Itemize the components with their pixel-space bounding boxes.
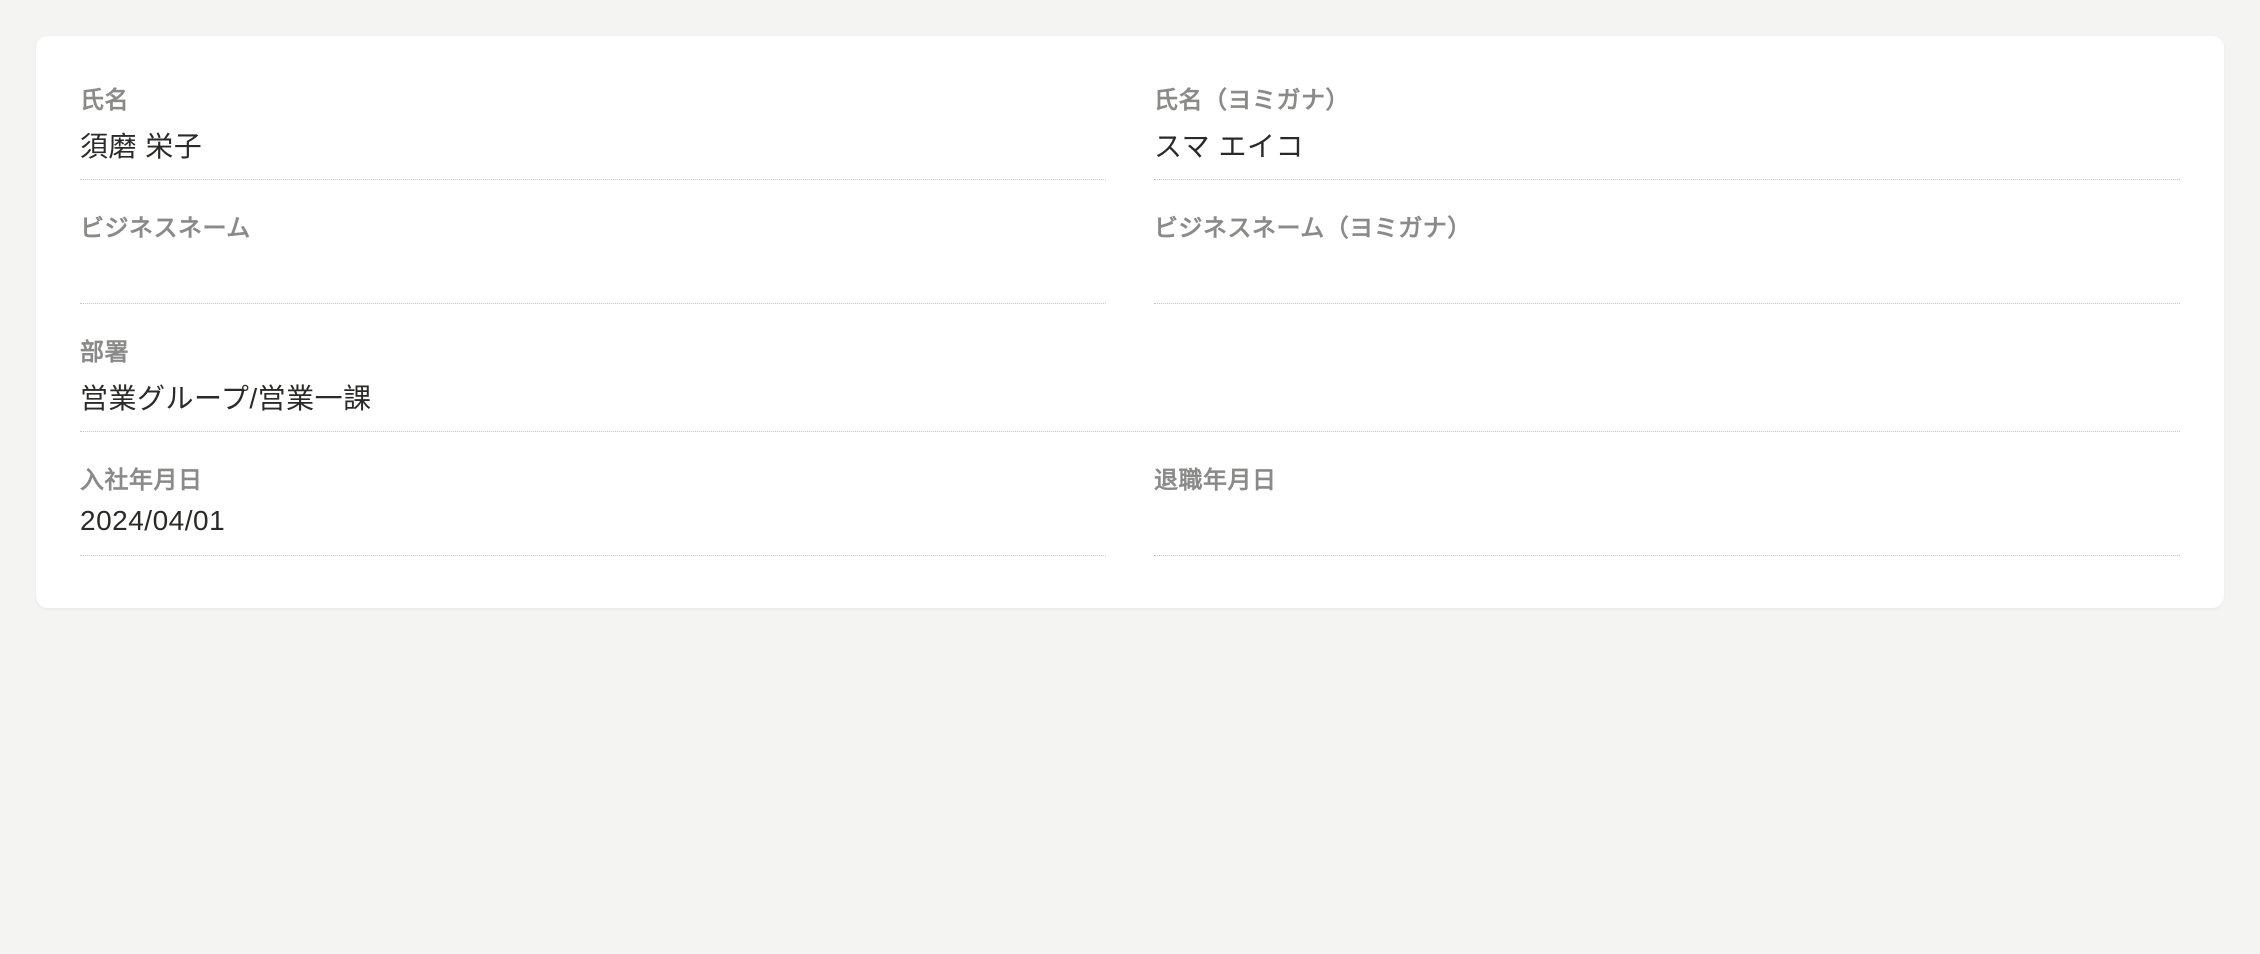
field-leave-date: 退職年月日	[1154, 460, 2180, 556]
field-name: 氏名 須磨 栄子	[80, 80, 1106, 180]
field-business-name-yomi: ビジネスネーム（ヨミガナ）	[1154, 208, 2180, 304]
value-business-name-yomi	[1154, 253, 2180, 289]
row-name: 氏名 須磨 栄子 氏名（ヨミガナ） スマ エイコ	[80, 80, 2180, 180]
row-dates: 入社年月日 2024/04/01 退職年月日	[80, 460, 2180, 556]
field-name-yomi: 氏名（ヨミガナ） スマ エイコ	[1154, 80, 2180, 180]
employee-info-card: 氏名 須磨 栄子 氏名（ヨミガナ） スマ エイコ ビジネスネーム ビジネスネーム…	[36, 36, 2224, 608]
value-leave-date	[1154, 505, 2180, 541]
label-business-name-yomi: ビジネスネーム（ヨミガナ）	[1154, 208, 2180, 243]
label-business-name: ビジネスネーム	[80, 208, 1106, 243]
value-name-yomi: スマ エイコ	[1154, 125, 2180, 165]
label-hire-date: 入社年月日	[80, 460, 1106, 495]
label-name-yomi: 氏名（ヨミガナ）	[1154, 80, 2180, 115]
row-department: 部署 営業グループ/営業一課	[80, 332, 2180, 432]
value-business-name	[80, 253, 1106, 289]
label-department: 部署	[80, 332, 2180, 367]
value-name: 須磨 栄子	[80, 125, 1106, 165]
value-department: 営業グループ/営業一課	[80, 377, 2180, 417]
field-business-name: ビジネスネーム	[80, 208, 1106, 304]
value-hire-date: 2024/04/01	[80, 505, 1106, 541]
field-department: 部署 営業グループ/営業一課	[80, 332, 2180, 432]
row-business-name: ビジネスネーム ビジネスネーム（ヨミガナ）	[80, 208, 2180, 304]
label-leave-date: 退職年月日	[1154, 460, 2180, 495]
field-hire-date: 入社年月日 2024/04/01	[80, 460, 1106, 556]
label-name: 氏名	[80, 80, 1106, 115]
